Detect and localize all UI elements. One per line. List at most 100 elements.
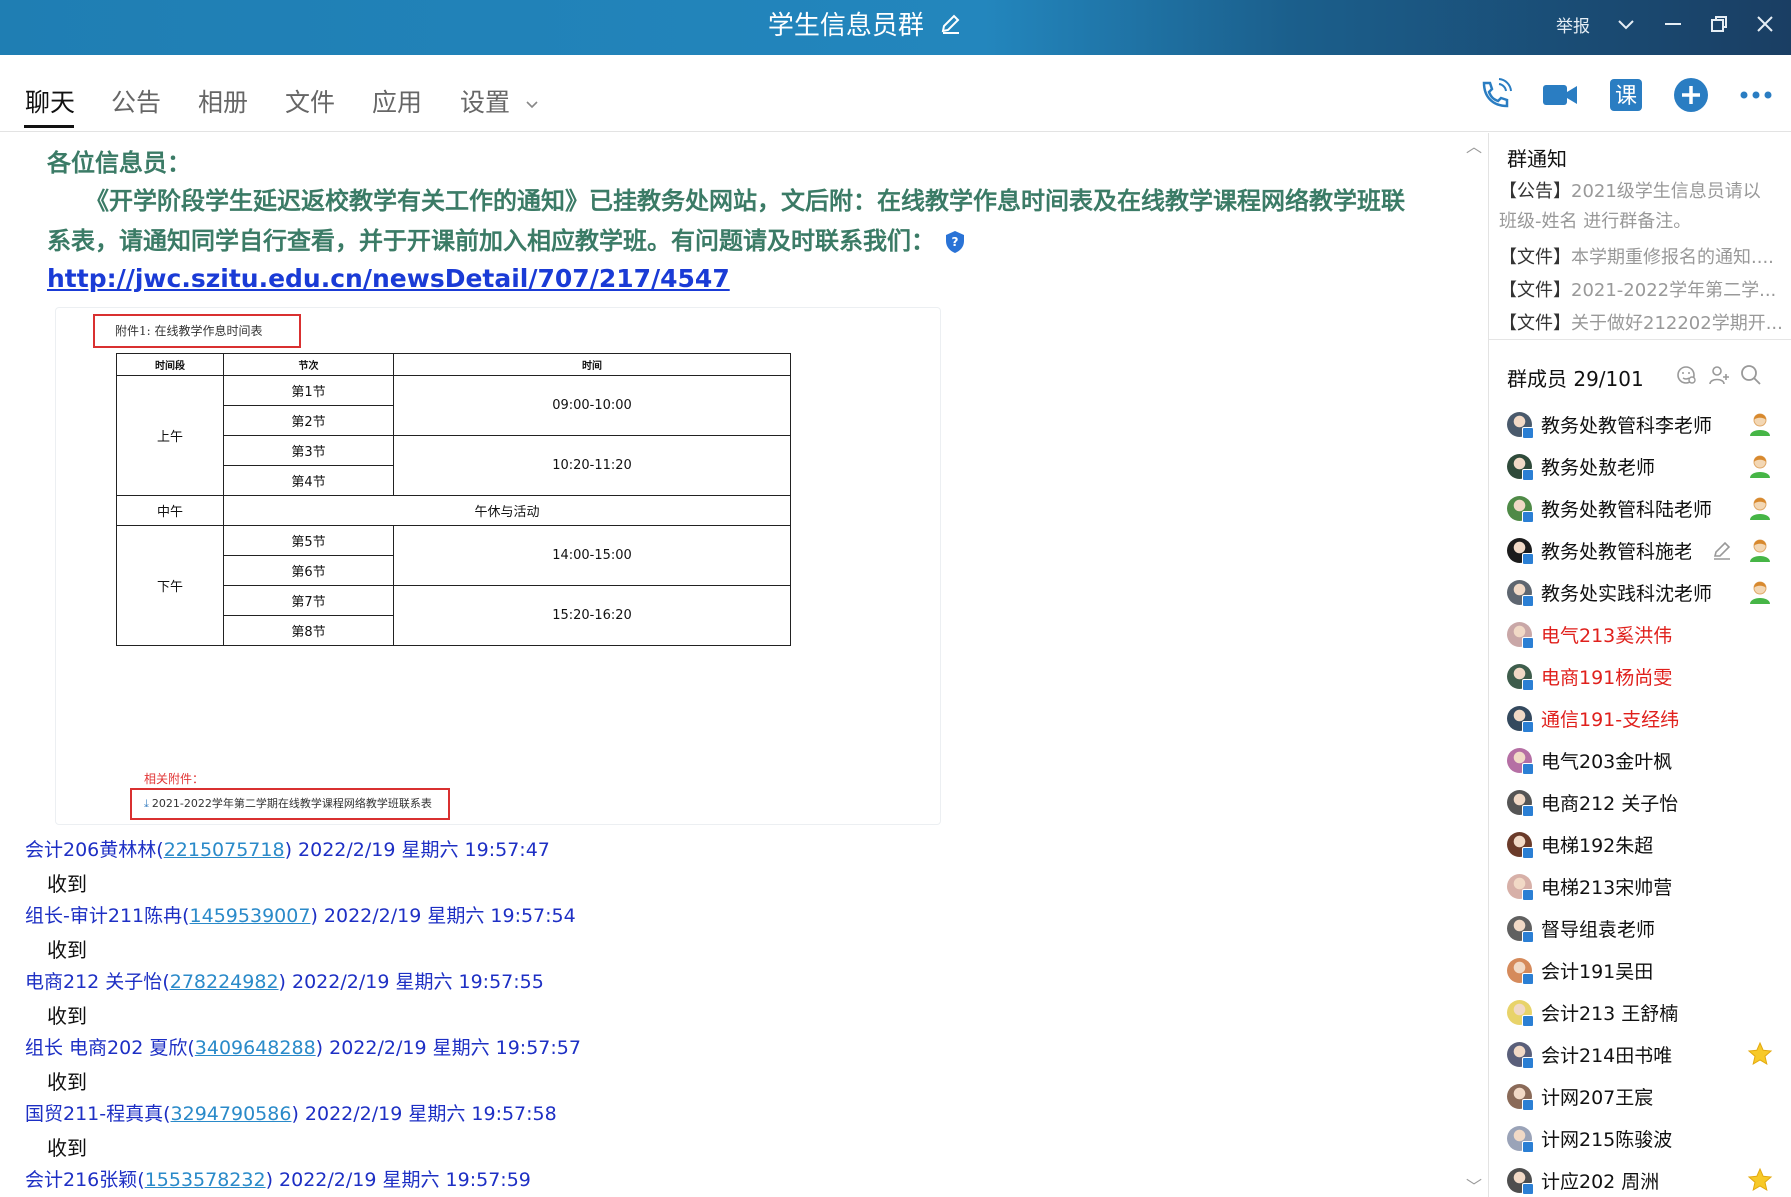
file-item[interactable]: 【文件】2021-2022学年第二学... (1499, 276, 1784, 302)
avatar[interactable] (1507, 873, 1534, 901)
sender-name[interactable]: 电商212 关子怡 (25, 971, 162, 993)
video-call-icon[interactable] (1540, 75, 1580, 115)
avatar[interactable] (1507, 1167, 1534, 1195)
member-item[interactable]: 电梯213宋帅营 (1507, 867, 1672, 905)
minimize-icon[interactable] (1661, 12, 1685, 36)
period-cell: 第6节 (223, 555, 394, 586)
message-header: 电商212 关子怡(278224982) 2022/2/19 星期六 19:57… (25, 971, 544, 993)
title-bar: 学生信息员群 举报 (0, 0, 1791, 55)
member-item[interactable]: 督导组袁老师 (1507, 909, 1655, 947)
sender-qq[interactable]: 278224982 (170, 971, 279, 993)
notice-paragraph: 《开学阶段学生延迟返校教学有关工作的通知》已挂教务处网站，文后附：在线教学作息时… (47, 181, 1427, 261)
avatar[interactable] (1507, 663, 1534, 691)
add-icon[interactable] (1671, 75, 1711, 115)
message-header: 组长 电商202 夏欣(3409648288) 2022/2/19 星期六 19… (25, 1037, 581, 1059)
sender-qq[interactable]: 1553578232 (145, 1169, 266, 1191)
sender-qq[interactable]: 1459539007 (190, 905, 311, 927)
course-button[interactable]: 课 (1606, 75, 1646, 115)
report-button[interactable]: 举报 (1556, 0, 1590, 48)
add-member-icon[interactable] (1707, 363, 1731, 387)
member-item[interactable]: 电气213奚洪伟 (1507, 615, 1672, 653)
phone-call-icon[interactable] (1475, 75, 1515, 115)
close-icon[interactable] (1753, 12, 1777, 36)
sender-name[interactable]: 组长-审计211陈冉 (25, 905, 182, 927)
member-item[interactable]: 教务处敖老师 (1507, 447, 1655, 485)
avatar[interactable] (1507, 831, 1534, 859)
noon-cell: 午休与活动 (223, 495, 791, 526)
tab-files[interactable]: 文件 (285, 83, 335, 119)
notice-link[interactable]: http://jwc.szitu.edu.cn/newsDetail/707/2… (47, 261, 730, 297)
member-name: 教务处实践科沈老师 (1541, 582, 1713, 605)
member-item[interactable]: 电商191杨尚雯 (1507, 657, 1672, 695)
collapse-icon[interactable]: ︿ (1466, 133, 1482, 157)
sender-qq[interactable]: 2215075718 (164, 839, 285, 861)
member-item[interactable]: 计应202 周洲 (1507, 1161, 1659, 1197)
member-item[interactable]: 计网207王宸 (1507, 1077, 1653, 1115)
member-item[interactable]: 教务处教管科陆老师 (1507, 489, 1712, 527)
avatar[interactable] (1507, 537, 1534, 565)
table-header: 时间段 (116, 353, 224, 376)
member-name: 教务处教管科陆老师 (1541, 498, 1713, 521)
avatar[interactable] (1507, 915, 1534, 943)
member-item[interactable]: 通信191-支经纬 (1507, 699, 1679, 737)
avatar[interactable] (1507, 705, 1534, 733)
tab-settings[interactable]: 设置 (460, 83, 540, 119)
member-item[interactable]: 会计214田书唯 (1507, 1035, 1672, 1073)
restore-icon[interactable] (1707, 12, 1731, 36)
admin-badge-icon (1747, 411, 1773, 437)
avatar[interactable] (1507, 495, 1534, 523)
avatar[interactable] (1507, 579, 1534, 607)
avatar[interactable] (1507, 957, 1534, 985)
member-name: 电商212 关子怡 (1541, 792, 1679, 815)
member-item[interactable]: 电气203金叶枫 (1507, 741, 1672, 779)
tab-announcement[interactable]: 公告 (111, 83, 161, 119)
avatar[interactable] (1507, 411, 1534, 439)
file-text: 2021-2022学年第二学... (1571, 280, 1777, 301)
tab-chat[interactable]: 聊天 (25, 83, 75, 119)
sender-qq[interactable]: 3294790586 (171, 1103, 292, 1125)
member-item[interactable]: 电梯192朱超 (1507, 825, 1653, 863)
sender-qq[interactable]: 3409648288 (195, 1037, 316, 1059)
member-item[interactable]: 教务处教管科施老 (1507, 531, 1691, 569)
avatar[interactable] (1507, 1041, 1534, 1069)
avatar[interactable] (1507, 999, 1534, 1027)
announcement-item[interactable]: 【公告】2021级学生信息员请以 (1499, 177, 1784, 203)
divider (1489, 339, 1791, 340)
search-icon[interactable] (1739, 363, 1763, 387)
edit-name-icon[interactable] (940, 1, 962, 53)
face-search-icon[interactable] (1675, 363, 1699, 387)
table-header: 节次 (223, 353, 394, 376)
avatar[interactable] (1507, 1083, 1534, 1111)
avatar[interactable] (1507, 789, 1534, 817)
sender-name[interactable]: 会计216张颖 (25, 1169, 137, 1191)
edit-icon[interactable] (1711, 539, 1733, 561)
tab-album[interactable]: 相册 (198, 83, 248, 119)
chevron-down-icon[interactable] (1614, 12, 1638, 36)
member-item[interactable]: 教务处实践科沈老师 (1507, 573, 1712, 611)
related-attachments-label: 相关附件： (144, 772, 205, 786)
chevron-down-icon (526, 101, 538, 109)
star-badge-icon (1747, 1167, 1773, 1193)
avatar[interactable] (1507, 453, 1534, 481)
file-item[interactable]: 【文件】关于做好212202学期开... (1499, 309, 1784, 335)
member-item[interactable]: 会计191吴田 (1507, 951, 1653, 989)
member-item[interactable]: 教务处教管科李老师 (1507, 405, 1712, 443)
attachment-image[interactable]: 附件1: 在线教学作息时间表 时间段 节次 时间 上午 第1节 09:00-10… (55, 307, 941, 825)
member-item[interactable]: 计网215陈骏波 (1507, 1119, 1672, 1157)
member-item[interactable]: 电商212 关子怡 (1507, 783, 1678, 821)
file-item[interactable]: 【文件】本学期重修报名的通知.... (1499, 243, 1784, 269)
tab-apps[interactable]: 应用 (372, 83, 422, 119)
more-icon[interactable] (1736, 75, 1776, 115)
chat-area[interactable]: ︿ 各位信息员： 《开学阶段学生延迟返校教学有关工作的通知》已挂教务处网站，文后… (0, 133, 1488, 1197)
avatar[interactable] (1507, 1125, 1534, 1153)
sender-name[interactable]: 会计206黄林林 (25, 839, 156, 861)
message-body: 收到 (47, 872, 87, 896)
sender-name[interactable]: 国贸211-程真真 (25, 1103, 163, 1125)
avatar[interactable] (1507, 621, 1534, 649)
member-item[interactable]: 会计213 王舒楠 (1507, 993, 1678, 1031)
sender-name[interactable]: 组长 电商202 夏欣 (25, 1037, 187, 1059)
avatar[interactable] (1507, 747, 1534, 775)
member-name: 督导组袁老师 (1541, 918, 1656, 941)
expand-icon[interactable]: ﹀ (1466, 1173, 1482, 1197)
file-tag: 【文件】 (1499, 280, 1571, 301)
